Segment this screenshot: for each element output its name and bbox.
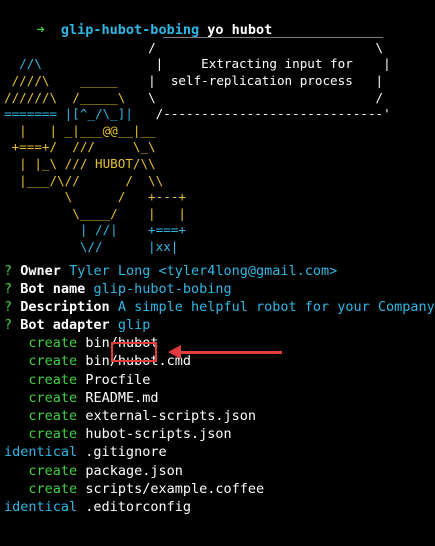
- ascii-line: / \: [4, 40, 435, 57]
- terminal-window[interactable]: ➜ glip-hubot-bobing yo hubot ___________…: [0, 0, 435, 546]
- question-label: Bot adapter: [20, 317, 110, 334]
- action-label: create: [28, 480, 78, 497]
- file-path: scripts/example.coffee: [85, 480, 265, 497]
- prompt-line: ➜ glip-hubot-bobing yo hubot: [4, 3, 435, 38]
- action-label: create: [28, 426, 78, 443]
- speech-bubble-text: | Extracting input for |: [155, 56, 391, 72]
- file-log-row: create scripts/example.coffee: [4, 480, 435, 498]
- file-log-row: create hubot-scripts.json: [4, 425, 435, 443]
- action-label: create: [28, 389, 78, 406]
- ascii-art: _____________________________ / \ //\ | …: [4, 23, 435, 255]
- action-label: create: [28, 353, 78, 370]
- file-path: README.md: [85, 389, 159, 406]
- file-log-row: create external-scripts.json: [4, 407, 435, 425]
- action-label: identical: [4, 444, 78, 461]
- robot-art: //\: [4, 56, 42, 72]
- file-log-row: identical .editorconfig: [4, 498, 435, 516]
- answer-line-owner: ? Owner Tyler Long <tyler4long@gmail.com…: [4, 262, 435, 280]
- file-log-row: identical .gitignore: [4, 443, 435, 461]
- robot-art: | //| +===+: [4, 222, 186, 238]
- answer-value: A simple helpful robot for your Company: [117, 298, 435, 315]
- ascii-line: ======= |[^_/\_]| /---------------------…: [4, 106, 435, 123]
- file-path: external-scripts.json: [85, 408, 256, 424]
- file-path: package.json: [85, 462, 183, 479]
- action-label: [4, 335, 28, 351]
- answer-value: Tyler Long <tyler4long@gmail.com>: [69, 262, 338, 279]
- file-log-row: create README.md: [4, 389, 435, 407]
- action-label: create: [28, 462, 78, 479]
- robot-art: |___/\// / \\: [4, 172, 164, 188]
- file-path: .editorconfig: [85, 498, 191, 515]
- robot-art: ////\ _____: [4, 72, 118, 88]
- question-mark: ?: [4, 262, 13, 279]
- file-path: Procfile: [85, 371, 151, 388]
- action-label: create: [28, 408, 78, 424]
- robot-art: \____/ | |: [4, 205, 186, 221]
- speech-bubble-line: \ /: [148, 89, 384, 105]
- ascii-line: //////\ /_____\ \ /: [4, 90, 435, 107]
- answer-line-bot-name: ? Bot name glip-hubot-bobing: [4, 280, 435, 298]
- file-log: create bin/hubot create bin/hubot.cmd cr…: [4, 334, 435, 516]
- file-log-row: create bin/hubot.cmd: [4, 352, 435, 370]
- file-log-row: create package.json: [4, 462, 435, 480]
- robot-art: ======= |[^_/\_]|: [4, 106, 133, 122]
- answer-value: glip: [117, 317, 151, 334]
- file-log-row: create bin/hubot: [4, 334, 435, 352]
- annotation-arrow-shaft: [178, 351, 282, 354]
- annotation-highlight-box: [111, 342, 157, 362]
- answer-value: glip-hubot-bobing: [93, 280, 232, 297]
- robot-art: \// |xx|: [4, 238, 179, 254]
- robot-art: \ / +---+: [4, 189, 186, 205]
- action-label: create: [28, 335, 78, 352]
- question-mark: ?: [4, 280, 13, 297]
- file-log-row: create Procfile: [4, 371, 435, 389]
- speech-bubble-top: _____________________________: [155, 23, 384, 39]
- ascii-line: _____________________________: [4, 23, 435, 40]
- speech-bubble-line: / \: [148, 39, 384, 55]
- ascii-line: ////\ _____ | self-replication process |: [4, 73, 435, 90]
- file-path: .gitignore: [85, 444, 167, 461]
- answer-line-bot-adapter: ? Bot adapter glip: [4, 316, 435, 334]
- question-label: Owner: [20, 262, 61, 279]
- action-label: create: [28, 371, 78, 388]
- robot-art: +===+/ /// \_\: [4, 139, 156, 155]
- action-label: identical: [4, 498, 78, 515]
- robot-art: //////\ /_____\: [4, 89, 126, 105]
- robot-art: | |_\ /// HUBOT/\\: [4, 155, 156, 171]
- answer-line-description: ? Description A simple helpful robot for…: [4, 298, 435, 316]
- file-path: hubot-scripts.json: [85, 426, 232, 443]
- answers-list: ? Owner Tyler Long <tyler4long@gmail.com…: [4, 262, 435, 335]
- ascii-line: //\ | Extracting input for |: [4, 56, 435, 73]
- question-label: Description: [20, 298, 110, 315]
- question-mark: ?: [4, 298, 13, 315]
- speech-bubble-text: | self-replication process |: [148, 72, 384, 88]
- speech-bubble-tail: /-----------------------------': [148, 106, 391, 122]
- question-mark: ?: [4, 317, 13, 334]
- robot-art: | | _|___@@__|__: [4, 122, 156, 138]
- question-label: Bot name: [20, 280, 86, 297]
